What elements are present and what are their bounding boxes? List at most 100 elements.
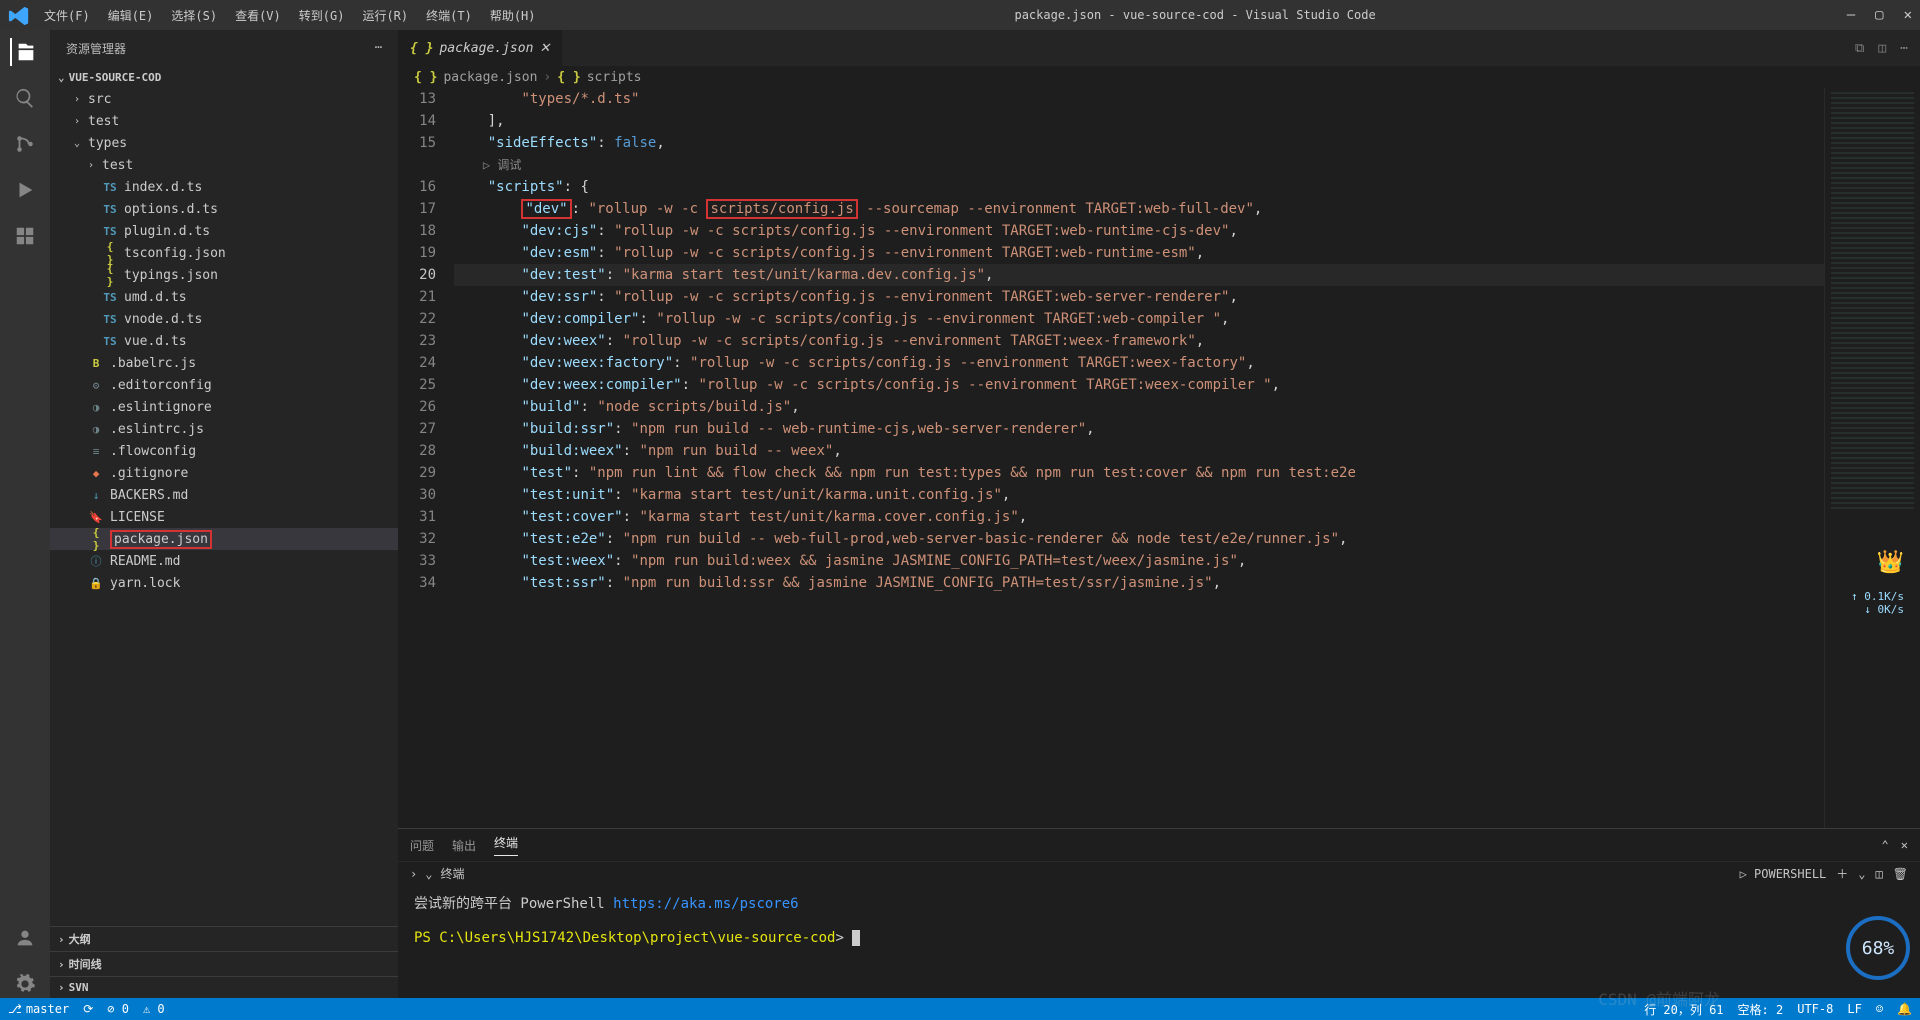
new-terminal-icon[interactable]: ＋ xyxy=(1836,865,1848,882)
maximize-icon[interactable]: ▢ xyxy=(1875,7,1883,23)
settings-gear-icon[interactable] xyxy=(11,970,39,998)
split-terminal-icon[interactable]: ◫ xyxy=(1876,867,1883,881)
net-upload: ↑ 0.1K/s xyxy=(1851,590,1904,603)
run-debug-icon[interactable] xyxy=(11,176,39,204)
window-controls: — ▢ ✕ xyxy=(1847,7,1912,23)
window-title: package.json - vue-source-cod - Visual S… xyxy=(544,8,1847,22)
file-.babelrc.js[interactable]: B.babelrc.js xyxy=(50,352,398,374)
menu-帮助(H)[interactable]: 帮助(H) xyxy=(482,3,544,28)
explorer-sidebar: 资源管理器 ⋯ ⌄VUE-SOURCE-COD ›▸src›▸test⌄▸typ… xyxy=(50,30,398,998)
minimize-icon[interactable]: — xyxy=(1847,7,1855,23)
folder-src[interactable]: ›▸src xyxy=(50,88,398,110)
tab-label: package.json xyxy=(439,41,533,56)
close-tab-icon[interactable]: ✕ xyxy=(539,41,550,56)
menu-文件(F)[interactable]: 文件(F) xyxy=(36,3,98,28)
file-BACKERS.md[interactable]: ↓BACKERS.md xyxy=(50,484,398,506)
account-icon[interactable] xyxy=(11,924,39,952)
json-icon: { } xyxy=(414,70,437,85)
terminal-sub-label: 终端 xyxy=(440,865,464,882)
terminal-cursor xyxy=(852,930,860,946)
folder-types[interactable]: ⌄▸types xyxy=(50,132,398,154)
file-index.d.ts[interactable]: TSindex.d.ts xyxy=(50,176,398,198)
git-branch[interactable]: ⎇ master xyxy=(8,1002,69,1016)
tab-package-json[interactable]: { } package.json ✕ xyxy=(398,30,563,66)
split-editor-icon[interactable]: ◫ xyxy=(1878,41,1886,56)
extensions-icon[interactable] xyxy=(11,222,39,250)
menu-运行(R)[interactable]: 运行(R) xyxy=(354,3,416,28)
indent-setting[interactable]: 空格: 2 xyxy=(1738,1001,1784,1018)
menu-转到(G)[interactable]: 转到(G) xyxy=(291,3,353,28)
vscode-logo-icon xyxy=(8,5,28,25)
chevron-right-icon[interactable]: › xyxy=(410,867,417,881)
title-bar: 文件(F)编辑(E)选择(S)查看(V)转到(G)运行(R)终端(T)帮助(H)… xyxy=(0,0,1920,30)
editor-area: { } package.json ✕ ⧉ ◫ ⋯ { } package.jso… xyxy=(398,30,1920,998)
project-section[interactable]: ⌄VUE-SOURCE-COD xyxy=(50,67,398,88)
crown-icon: 👑 xyxy=(1877,550,1904,575)
file-.eslintrc.js[interactable]: ◑.eslintrc.js xyxy=(50,418,398,440)
breadcrumbs[interactable]: { } package.json › { } scripts xyxy=(398,66,1920,88)
file-typings.json[interactable]: { }typings.json xyxy=(50,264,398,286)
json-icon: { } xyxy=(557,70,580,85)
file-README.md[interactable]: ⓘREADME.md xyxy=(50,550,398,572)
chevron-down-icon[interactable]: ⌄ xyxy=(425,867,432,881)
feedback-icon[interactable]: ☺ xyxy=(1876,1002,1883,1016)
more-icon[interactable]: ⋯ xyxy=(375,40,382,57)
panel-maximize-icon[interactable]: ⌃ xyxy=(1882,838,1889,852)
activity-bar xyxy=(0,30,50,998)
close-icon[interactable]: ✕ xyxy=(1904,7,1912,23)
warnings-count[interactable]: ⚠ 0 xyxy=(143,1002,165,1016)
editor-tabs: { } package.json ✕ ⧉ ◫ ⋯ xyxy=(398,30,1920,66)
file-vue.d.ts[interactable]: TSvue.d.ts xyxy=(50,330,398,352)
file-yarn.lock[interactable]: 🔒yarn.lock xyxy=(50,572,398,594)
menu-终端(T)[interactable]: 终端(T) xyxy=(418,3,480,28)
notifications-icon[interactable]: 🔔 xyxy=(1897,1002,1912,1016)
file-.editorconfig[interactable]: ⚙.editorconfig xyxy=(50,374,398,396)
compare-icon[interactable]: ⧉ xyxy=(1855,41,1864,56)
file-options.d.ts[interactable]: TSoptions.d.ts xyxy=(50,198,398,220)
code-editor[interactable]: 1314151617181920212223242526272829303132… xyxy=(398,88,1920,828)
search-icon[interactable] xyxy=(11,84,39,112)
watermark: CSDN @前端阿龙 xyxy=(1598,986,1720,1010)
panel-tab-输出[interactable]: 输出 xyxy=(452,837,476,854)
explorer-icon[interactable] xyxy=(10,38,38,66)
menu-选择(S)[interactable]: 选择(S) xyxy=(163,3,225,28)
minimap[interactable] xyxy=(1824,88,1920,828)
folder-test[interactable]: ›▸test xyxy=(50,154,398,176)
usage-circle[interactable]: 68% xyxy=(1846,916,1910,980)
source-control-icon[interactable] xyxy=(11,130,39,158)
section-SVN[interactable]: ›SVN xyxy=(50,976,398,998)
file-tree: ›▸src›▸test⌄▸types›▸testTSindex.d.tsTSop… xyxy=(50,88,398,926)
bottom-panel: 问题输出终端 ⌃ ✕ › ⌄ 终端 ▷ POWERSHELL ＋ ⌄ ◫ 🗑 xyxy=(398,828,1920,998)
sync-icon[interactable]: ⟳ xyxy=(83,1002,93,1016)
kill-terminal-icon[interactable]: 🗑 xyxy=(1893,867,1908,881)
panel-close-icon[interactable]: ✕ xyxy=(1901,838,1908,852)
net-download: ↓ 0K/s xyxy=(1851,603,1904,616)
menu-编辑(E)[interactable]: 编辑(E) xyxy=(100,3,162,28)
menu-bar: 文件(F)编辑(E)选择(S)查看(V)转到(G)运行(R)终端(T)帮助(H) xyxy=(36,3,544,28)
shell-indicator[interactable]: ▷ POWERSHELL xyxy=(1740,867,1827,881)
terminal-dropdown-icon[interactable]: ⌄ xyxy=(1858,867,1865,881)
more-actions-icon[interactable]: ⋯ xyxy=(1900,41,1908,56)
sidebar-title: 资源管理器 xyxy=(66,40,126,57)
json-icon: { } xyxy=(410,41,433,56)
file-.flowconfig[interactable]: ≡.flowconfig xyxy=(50,440,398,462)
eol[interactable]: LF xyxy=(1847,1002,1861,1016)
menu-查看(V)[interactable]: 查看(V) xyxy=(227,3,289,28)
file-package.json[interactable]: { }package.json xyxy=(50,528,398,550)
file-.gitignore[interactable]: ◆.gitignore xyxy=(50,462,398,484)
file-umd.d.ts[interactable]: TSumd.d.ts xyxy=(50,286,398,308)
panel-tab-终端[interactable]: 终端 xyxy=(494,834,518,856)
file-vnode.d.ts[interactable]: TSvnode.d.ts xyxy=(50,308,398,330)
encoding[interactable]: UTF-8 xyxy=(1797,1002,1833,1016)
folder-test[interactable]: ›▸test xyxy=(50,110,398,132)
file-tsconfig.json[interactable]: { }tsconfig.json xyxy=(50,242,398,264)
terminal[interactable]: 尝试新的跨平台 PowerShell https://aka.ms/pscore… xyxy=(398,885,1920,998)
panel-tabs: 问题 输出 终端 ⌃ ✕ xyxy=(398,829,1920,861)
section-大纲[interactable]: ›大纲 xyxy=(50,926,398,951)
section-时间线[interactable]: ›时间线 xyxy=(50,951,398,976)
file-.eslintignore[interactable]: ◑.eslintignore xyxy=(50,396,398,418)
file-LICENSE[interactable]: 🔖LICENSE xyxy=(50,506,398,528)
panel-tab-问题[interactable]: 问题 xyxy=(410,837,434,854)
errors-count[interactable]: ⊘ 0 xyxy=(107,1002,129,1016)
file-plugin.d.ts[interactable]: TSplugin.d.ts xyxy=(50,220,398,242)
